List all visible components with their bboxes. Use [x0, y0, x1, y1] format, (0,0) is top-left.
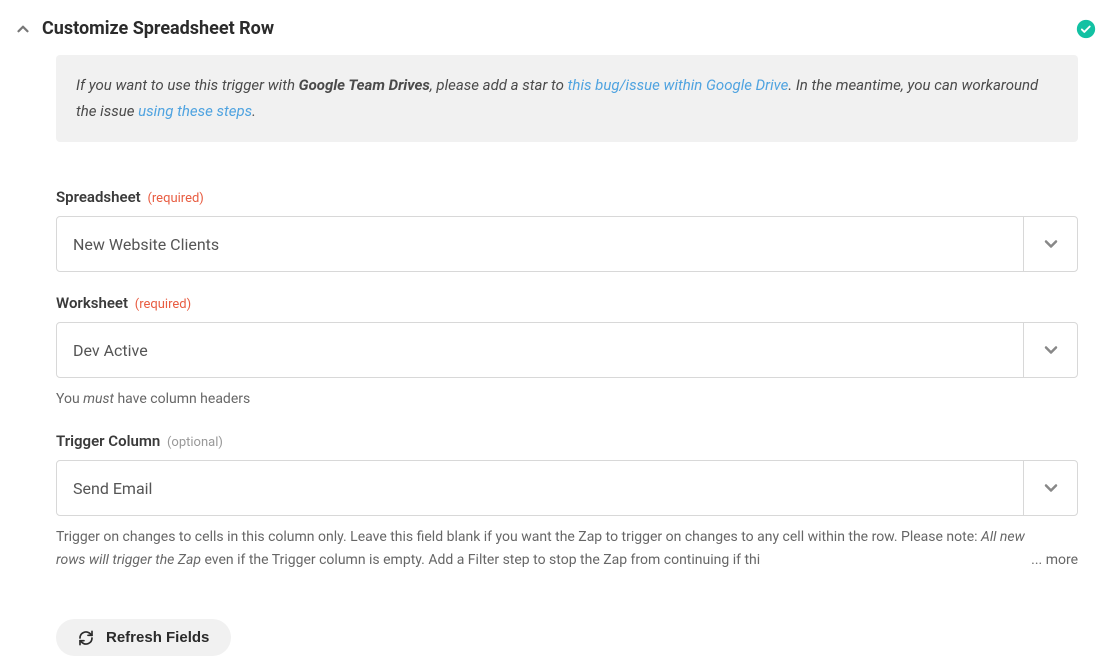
collapse-chevron-icon[interactable]: [14, 20, 32, 38]
help-text-em: must: [83, 391, 114, 407]
status-check-icon: [1076, 19, 1096, 39]
workaround-steps-link[interactable]: using these steps: [138, 102, 252, 120]
help-text-body: Trigger on changes to cells in this colu…: [56, 526, 1025, 571]
help-text: You must have column headers: [56, 388, 1078, 410]
help-text-part: have column headers: [114, 391, 250, 407]
label-text: Trigger Column: [56, 432, 160, 450]
help-text-part: Trigger on changes to cells in this colu…: [56, 529, 981, 545]
page-title: Customize Spreadsheet Row: [42, 18, 274, 39]
help-text-part: even if the Trigger column is empty. Add…: [201, 552, 760, 568]
field-worksheet: Worksheet (required) Dev Active You must…: [56, 294, 1078, 410]
more-link[interactable]: ... more: [1031, 549, 1078, 571]
chevron-down-icon: [1023, 323, 1077, 377]
info-callout: If you want to use this trigger with Goo…: [56, 55, 1078, 142]
label-text: Spreadsheet: [56, 188, 141, 206]
content-area: If you want to use this trigger with Goo…: [14, 55, 1096, 656]
field-trigger-column: Trigger Column (optional) Send Email Tri…: [56, 432, 1078, 571]
chevron-down-icon: [1023, 217, 1077, 271]
spreadsheet-dropdown[interactable]: New Website Clients: [56, 216, 1078, 272]
trigger-column-dropdown[interactable]: Send Email: [56, 460, 1078, 516]
callout-text: If you want to use this trigger with: [76, 76, 299, 94]
chevron-down-icon: [1023, 461, 1077, 515]
field-spreadsheet: Spreadsheet (required) New Website Clien…: [56, 188, 1078, 272]
refresh-fields-button[interactable]: Refresh Fields: [56, 619, 231, 656]
field-label: Trigger Column (optional): [56, 432, 1078, 450]
callout-text: .: [252, 102, 256, 120]
bug-issue-link[interactable]: this bug/issue within Google Drive: [568, 76, 789, 94]
field-label: Spreadsheet (required): [56, 188, 1078, 206]
required-tag: (required): [135, 297, 191, 312]
header-left: Customize Spreadsheet Row: [14, 18, 274, 39]
button-label: Refresh Fields: [106, 629, 209, 646]
dropdown-value: Send Email: [57, 461, 1023, 515]
help-text: Trigger on changes to cells in this colu…: [56, 526, 1078, 571]
callout-bold: Google Team Drives: [299, 76, 430, 94]
dropdown-value: New Website Clients: [57, 217, 1023, 271]
refresh-icon: [78, 630, 94, 646]
worksheet-dropdown[interactable]: Dev Active: [56, 322, 1078, 378]
field-label: Worksheet (required): [56, 294, 1078, 312]
required-tag: (required): [147, 191, 203, 206]
help-text-part: You: [56, 391, 83, 407]
optional-tag: (optional): [167, 435, 223, 450]
callout-text: , please add a star to: [430, 76, 568, 94]
dropdown-value: Dev Active: [57, 323, 1023, 377]
section-header: Customize Spreadsheet Row: [14, 18, 1096, 39]
label-text: Worksheet: [56, 294, 128, 312]
